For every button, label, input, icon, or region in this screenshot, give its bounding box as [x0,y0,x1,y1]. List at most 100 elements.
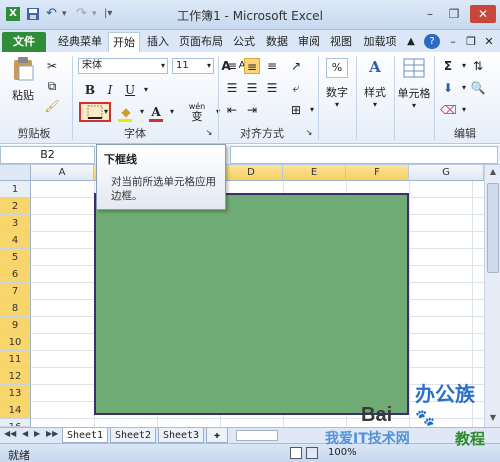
align-bottom-icon[interactable]: ≡ [264,58,280,74]
close-icon[interactable]: ✕ [470,5,496,23]
underline-dropdown-icon[interactable]: ▾ [138,82,154,98]
font-size-select[interactable]: 11 ▾ [172,58,214,74]
tab-classic-menu[interactable]: 经典菜单 [54,32,106,52]
ribbon-minimize-icon[interactable]: ▲ [404,32,418,52]
align-center-icon[interactable]: ☰ [244,80,260,96]
restore-icon[interactable]: ❐ [444,5,464,23]
row-header[interactable]: 7 [0,283,31,300]
tab-page-layout[interactable]: 页面布局 [176,32,226,52]
bold-button[interactable]: B [82,82,98,98]
select-all-corner[interactable] [0,165,31,181]
tab-formulas[interactable]: 公式 [230,32,258,52]
tab-home[interactable]: 开始 [108,32,140,52]
sheet-tab-sheet2[interactable]: Sheet2 [110,428,156,443]
column-header[interactable]: G [409,165,484,181]
prev-sheet-icon[interactable]: ◀ [22,429,28,438]
clear-dropdown-icon[interactable]: ▾ [456,102,472,118]
format-painter-icon[interactable]: 🖌 [44,98,60,114]
divider [394,56,395,140]
wrap-text-icon[interactable]: ⤶ [288,80,304,96]
row-header[interactable]: 2 [0,198,31,215]
styles-icon: A [369,58,381,76]
font-group-label: 字体 [124,127,146,140]
paw-icon: 🐾 [415,408,435,427]
font-color-button[interactable]: A [148,104,164,120]
tab-view[interactable]: 视图 [327,32,355,52]
autosum-icon[interactable]: Σ [440,58,456,74]
row-header[interactable]: 12 [0,368,31,385]
font-color-dropdown-icon[interactable]: ▾ [164,104,180,120]
tab-insert[interactable]: 插入 [144,32,172,52]
row-header[interactable]: 6 [0,266,31,283]
row-header[interactable]: 13 [0,385,31,402]
row-header[interactable]: 16 [0,419,31,427]
column-header[interactable]: D [220,165,283,181]
orientation-icon[interactable]: ↗ [288,58,304,74]
formula-input[interactable] [230,146,498,164]
align-middle-icon[interactable]: ≡ [244,58,260,74]
row-header[interactable]: 1 [0,181,31,198]
align-top-icon[interactable]: ≡ [224,58,240,74]
copy-icon[interactable]: ⧉ [44,78,60,94]
page-layout-view-icon[interactable] [306,447,318,459]
row-header[interactable]: 4 [0,232,31,249]
paste-icon [14,57,34,81]
phonetic-button[interactable]: wén 变 [184,102,210,122]
align-left-icon[interactable]: ☰ [224,80,240,96]
tab-file[interactable]: 文件 [2,32,46,52]
chevron-down-icon: ▾ [334,100,339,109]
column-header[interactable]: A [31,165,94,181]
normal-view-icon[interactable] [290,447,302,459]
paste-button[interactable]: 粘贴 [6,56,40,102]
sheet-tab-sheet3[interactable]: Sheet3 [158,428,204,443]
first-sheet-icon[interactable]: ◀◀ [4,429,16,438]
column-header[interactable]: E [283,165,346,181]
chevron-down-icon: ▾ [160,61,165,70]
border-button[interactable]: ▾ [79,102,111,122]
row-header[interactable]: 9 [0,317,31,334]
insert-sheet-icon[interactable]: ✚ [206,428,228,443]
font-name-select[interactable]: 宋体 ▾ [78,58,168,74]
clear-icon[interactable]: ⌫ [440,102,457,118]
row-header[interactable]: 8 [0,300,31,317]
merge-center-icon[interactable]: ⊞ [288,102,304,118]
last-sheet-icon[interactable]: ▶▶ [46,429,58,438]
sort-filter-icon[interactable]: ⇅ [470,58,486,74]
minimize-icon[interactable]: – [420,5,440,23]
zoom-level[interactable]: 100% [328,447,357,458]
find-select-icon[interactable]: 🔍 [470,80,486,96]
scroll-thumb[interactable] [487,183,499,273]
font-name-value: 宋体 [82,60,102,71]
row-header[interactable]: 3 [0,215,31,232]
row-header[interactable]: 11 [0,351,31,368]
font-dialog-launcher-icon[interactable]: ↘ [204,125,214,141]
ribbon-close-icon[interactable]: ✕ [482,32,496,52]
ribbon-restore-icon[interactable]: ❐ [464,32,478,52]
row-header[interactable]: 5 [0,249,31,266]
row-header[interactable]: 10 [0,334,31,351]
scroll-up-icon[interactable]: ▲ [487,167,499,179]
cells-button[interactable]: 单元格 ▾ [396,58,432,120]
cut-icon[interactable]: ✂ [44,58,60,74]
ribbon-minimize-window-icon[interactable]: – [446,32,460,52]
tab-review[interactable]: 审阅 [295,32,323,52]
tab-data[interactable]: 数据 [263,32,291,52]
row-header[interactable]: 14 [0,402,31,419]
decrease-indent-icon[interactable]: ⇤ [224,102,240,118]
alignment-dialog-launcher-icon[interactable]: ↘ [304,125,314,141]
styles-button[interactable]: A 样式 ▾ [360,58,390,120]
align-right-icon[interactable]: ☰ [264,80,280,96]
increase-indent-icon[interactable]: ⇥ [244,102,260,118]
tab-addins[interactable]: 加载项 [360,32,400,52]
italic-button[interactable]: I [102,82,118,98]
underline-button[interactable]: U [122,82,138,98]
horizontal-scrollbar[interactable] [236,430,278,441]
sheet-tab-sheet1[interactable]: Sheet1 [62,428,108,443]
next-sheet-icon[interactable]: ▶ [34,429,40,438]
name-box[interactable]: B2 [0,146,95,164]
fill-icon[interactable]: ⬇ [440,80,456,96]
number-format-button[interactable]: % 数字 ▾ [322,58,352,120]
column-header[interactable]: F [346,165,409,181]
help-icon[interactable]: ? [424,34,440,49]
fill-color-icon[interactable]: ◆ [118,104,134,120]
